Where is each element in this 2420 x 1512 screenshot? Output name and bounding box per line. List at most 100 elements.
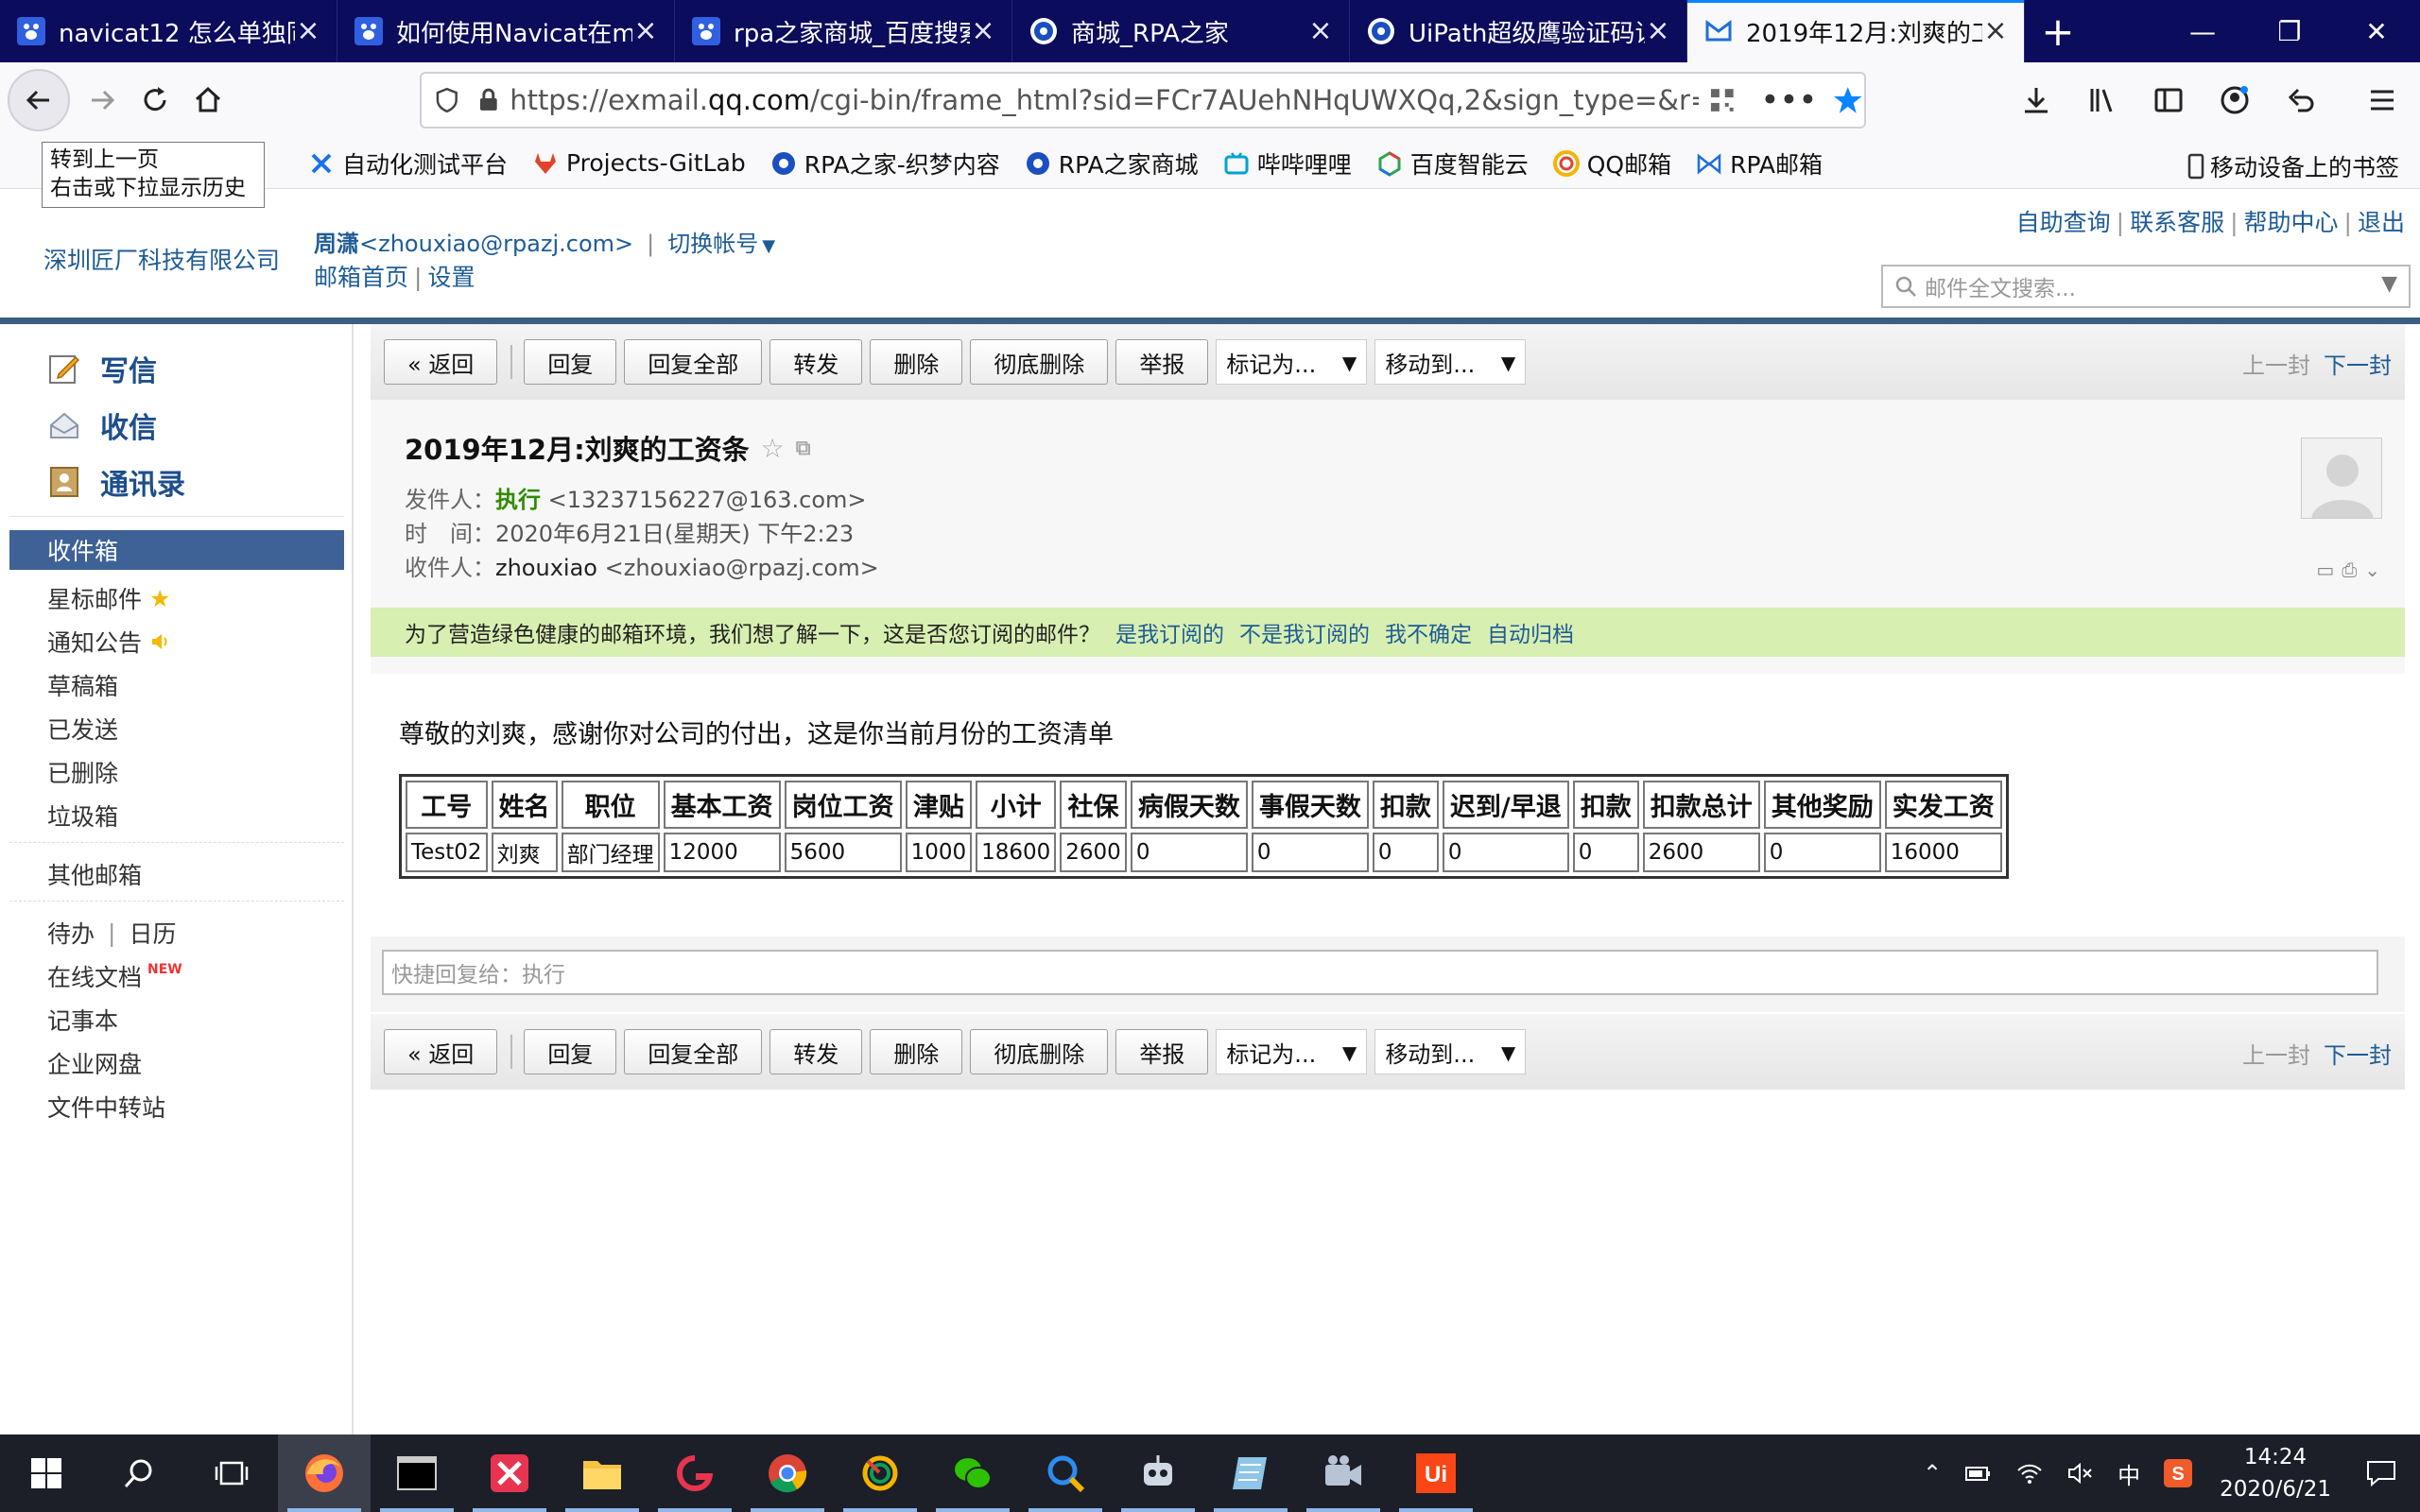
folder-notices[interactable]: 通知公告: [47, 625, 170, 659]
bookmark-item[interactable]: Projects-GitLab: [532, 149, 746, 177]
notification-center-icon[interactable]: [2365, 1459, 2397, 1487]
delete-button[interactable]: 删除: [870, 1029, 963, 1074]
chevron-down-icon[interactable]: ⌄: [2364, 558, 2380, 581]
delete-permanently-button[interactable]: 彻底删除: [970, 339, 1109, 385]
forward-button[interactable]: 转发: [769, 1029, 863, 1074]
calendar-link[interactable]: 日历: [129, 916, 176, 950]
taskbar-app-git[interactable]: [648, 1435, 741, 1512]
page-actions-icon[interactable]: •••: [1760, 84, 1817, 116]
open-in-window-icon[interactable]: ⧉: [796, 437, 811, 460]
taskbar-app-terminal[interactable]: [371, 1435, 463, 1512]
taskbar-app-firefox[interactable]: [278, 1435, 371, 1512]
star-outline-icon[interactable]: ☆: [761, 433, 785, 464]
forward-button[interactable]: [76, 74, 129, 127]
document-icon[interactable]: ▭: [2316, 558, 2334, 581]
volume-muted-icon[interactable]: [2066, 1461, 2095, 1486]
taskbar-app-video-editor[interactable]: [1297, 1435, 1390, 1512]
previous-mail-link[interactable]: 上一封: [2242, 1042, 2310, 1069]
receive-button[interactable]: 收信: [47, 404, 157, 446]
compose-button[interactable]: 写信: [47, 348, 157, 389]
close-tab-icon[interactable]: ×: [295, 17, 321, 45]
folder-starred[interactable]: 星标邮件 ★: [47, 581, 170, 615]
notice-option-subscribed[interactable]: 是我订阅的: [1115, 616, 1224, 648]
self-service-link[interactable]: 自助查询: [2016, 209, 2111, 236]
url-text[interactable]: https://exmail.qq.com/cgi-bin/frame_html…: [510, 84, 1699, 116]
back-to-list-button[interactable]: « 返回: [384, 339, 498, 385]
bookmark-item[interactable]: 百度智能云: [1376, 146, 1529, 180]
notice-option-auto-archive[interactable]: 自动归档: [1487, 616, 1574, 648]
notice-option-not-subscribed[interactable]: 不是我订阅的: [1239, 616, 1370, 648]
mark-as-dropdown[interactable]: 标记为... ▼: [1216, 339, 1368, 385]
move-to-dropdown[interactable]: 移动到... ▼: [1374, 1029, 1527, 1074]
taskbar-app-colorful[interactable]: [834, 1435, 926, 1512]
bookmark-item[interactable]: RPA之家商城: [1025, 146, 1199, 180]
home-button[interactable]: [182, 74, 234, 127]
close-tab-icon[interactable]: ×: [1982, 17, 2009, 45]
taskbar-clock[interactable]: 14:24 2020/6/21: [2220, 1441, 2331, 1505]
bookmark-item[interactable]: RPA之家-织梦内容: [770, 146, 1000, 180]
other-mailbox-link[interactable]: 其他邮箱: [47, 857, 142, 891]
back-button[interactable]: [8, 69, 70, 131]
forward-button[interactable]: 转发: [769, 339, 863, 385]
print-icon[interactable]: ⎙: [2342, 558, 2357, 581]
menu-icon[interactable]: [2354, 72, 2411, 129]
close-tab-icon[interactable]: ×: [632, 17, 659, 45]
previous-mail-link[interactable]: 上一封: [2242, 352, 2310, 379]
reply-all-button[interactable]: 回复全部: [624, 1029, 763, 1074]
notice-option-unsure[interactable]: 我不确定: [1385, 616, 1472, 648]
sender-name[interactable]: 执行: [495, 487, 541, 513]
sogou-ime-icon[interactable]: S: [2163, 1458, 2193, 1488]
taskbar-app-search-tool[interactable]: [1019, 1435, 1112, 1512]
folder-sent[interactable]: 已发送: [47, 712, 118, 746]
taskbar-app-chrome[interactable]: [741, 1435, 834, 1512]
qr-code-icon[interactable]: [1708, 86, 1737, 114]
chevron-up-icon[interactable]: ⌃: [1923, 1460, 1942, 1486]
task-view-button[interactable]: [185, 1435, 278, 1512]
taskbar-app-file-explorer[interactable]: [556, 1435, 648, 1512]
move-to-dropdown[interactable]: 移动到... ▼: [1374, 339, 1527, 385]
account-icon[interactable]: [2206, 72, 2263, 129]
folder-drafts[interactable]: 草稿箱: [47, 668, 118, 702]
reload-button[interactable]: [129, 74, 182, 127]
help-center-link[interactable]: 帮助中心: [2244, 209, 2339, 236]
undo-icon[interactable]: [2273, 72, 2329, 129]
search-button[interactable]: [93, 1435, 185, 1512]
browser-tab[interactable]: 如何使用Navicat在my ×: [337, 0, 675, 62]
bookmark-star-icon[interactable]: [1832, 84, 1864, 116]
bookmark-item[interactable]: QQ邮箱: [1552, 146, 1671, 180]
minimize-icon[interactable]: —: [2159, 0, 2246, 62]
restore-icon[interactable]: ❐: [2246, 0, 2333, 62]
wifi-icon[interactable]: [2015, 1461, 2044, 1486]
taskbar-app-xmind[interactable]: [463, 1435, 556, 1512]
address-bar[interactable]: https://exmail.qq.com/cgi-bin/frame_html…: [420, 72, 1866, 129]
new-tab-button[interactable]: +: [2025, 0, 2091, 62]
mark-as-dropdown[interactable]: 标记为... ▼: [1216, 1029, 1368, 1074]
netdisk-link[interactable]: 企业网盘: [47, 1046, 142, 1080]
browser-tab-active[interactable]: 2019年12月:刘爽的工资条 ×: [1687, 0, 2025, 62]
quick-reply-input[interactable]: 快捷回复给：执行: [382, 950, 2378, 995]
input-method-indicator[interactable]: 中: [2118, 1457, 2140, 1490]
online-docs-link[interactable]: 在线文档 NEW: [47, 959, 182, 993]
download-icon[interactable]: [2008, 72, 2065, 129]
taskbar-app-notes[interactable]: [1204, 1435, 1297, 1512]
logout-link[interactable]: 退出: [2358, 209, 2405, 236]
folder-spam[interactable]: 垃圾箱: [47, 799, 118, 833]
chevron-down-icon[interactable]: ▼: [2381, 272, 2397, 296]
close-tab-icon[interactable]: ×: [1645, 17, 1671, 45]
browser-tab[interactable]: UiPath超级鹰验证码识 ×: [1350, 0, 1687, 62]
delete-permanently-button[interactable]: 彻底删除: [970, 1029, 1109, 1074]
folder-inbox[interactable]: 收件箱: [9, 530, 344, 570]
mobile-bookmarks[interactable]: 移动设备上的书签: [2187, 149, 2399, 183]
file-transfer-link[interactable]: 文件中转站: [47, 1090, 165, 1124]
next-mail-link[interactable]: 下一封: [2324, 1042, 2392, 1069]
switch-account-link[interactable]: 切换帐号: [667, 231, 758, 257]
chevron-down-icon[interactable]: ▼: [762, 236, 775, 256]
browser-tab[interactable]: navicat12 怎么单独同步 ×: [0, 0, 337, 62]
contact-support-link[interactable]: 联系客服: [2130, 209, 2224, 236]
notepad-link[interactable]: 记事本: [47, 1003, 118, 1037]
taskbar-app-robot[interactable]: [1112, 1435, 1204, 1512]
taskbar-app-wechat[interactable]: [926, 1435, 1019, 1512]
close-tab-icon[interactable]: ×: [970, 17, 996, 45]
contacts-button[interactable]: 通讯录: [47, 461, 185, 503]
bookmark-item[interactable]: 哔哔哩哩: [1223, 146, 1352, 180]
